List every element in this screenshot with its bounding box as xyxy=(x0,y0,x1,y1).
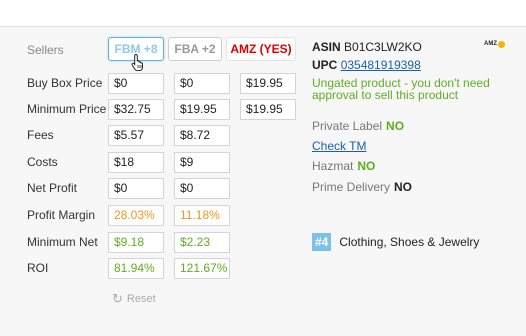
sales-rank: #4 Clothing, Shoes & Jewelry xyxy=(312,233,479,251)
fba-sellers-button[interactable]: FBA +2 xyxy=(168,37,222,61)
minimum-price-label: Minimum Price xyxy=(27,102,107,116)
costs-label: Costs xyxy=(27,155,58,169)
roi-fbm-value: 81.94% xyxy=(108,258,164,279)
net-profit-label: Net Profit xyxy=(27,181,78,195)
amz-sellers-button[interactable]: AMZ (YES) xyxy=(226,37,296,61)
sellers-label: Sellers xyxy=(27,43,64,57)
logo-text: AMZ xyxy=(484,41,497,47)
min-price-fba-value: $19.95 xyxy=(174,99,230,120)
prime-delivery-value: NO xyxy=(394,180,413,194)
minimum-net-label: Minimum Net xyxy=(27,235,98,249)
roi-fba-value: 121.67% xyxy=(174,258,230,279)
prime-delivery-line: Prime Delivery NO xyxy=(312,180,412,194)
costs-fbm-input[interactable]: $18 xyxy=(108,152,164,173)
fees-label: Fees xyxy=(27,128,54,142)
buy-box-fbm-value: $0 xyxy=(108,73,164,94)
amz-logo: AMZ xyxy=(484,36,510,52)
private-label-line: Private Label NO xyxy=(312,119,404,133)
buy-box-amz-value: $19.95 xyxy=(240,73,296,94)
profit-margin-fba-value: 11.18% xyxy=(174,205,230,226)
hazmat-value: NO xyxy=(357,159,376,173)
private-label-value: NO xyxy=(386,119,405,133)
net-profit-fbm-value: $0 xyxy=(108,178,164,199)
profit-margin-fbm-value: 28.03% xyxy=(108,205,164,226)
category-name: Clothing, Shoes & Jewelry xyxy=(339,235,480,249)
buy-box-fba-value: $0 xyxy=(174,73,230,94)
min-price-fbm-value: $32.75 xyxy=(108,99,164,120)
private-label-label: Private Label xyxy=(312,119,383,133)
asin-line: ASIN B01C3LW2KO xyxy=(312,40,422,54)
costs-fba-input[interactable]: $9 xyxy=(174,152,230,173)
refresh-icon: ↻ xyxy=(112,291,123,306)
asin-value: B01C3LW2KO xyxy=(344,40,422,54)
minimum-net-fbm-value: $9.18 xyxy=(108,232,164,253)
hazmat-label: Hazmat xyxy=(312,159,354,173)
fees-fba-value: $8.72 xyxy=(174,125,230,146)
reset-label: Reset xyxy=(126,293,156,305)
hand-cursor-icon xyxy=(131,53,143,71)
roi-label: ROI xyxy=(27,261,49,275)
ungated-message: Ungated product - you don't need approva… xyxy=(312,76,490,102)
check-tm-link[interactable]: Check TM xyxy=(312,139,366,153)
prime-delivery-label: Prime Delivery xyxy=(312,180,391,194)
buy-box-price-label: Buy Box Price xyxy=(27,76,103,90)
upc-link[interactable]: 035481919398 xyxy=(341,58,421,72)
minimum-net-fba-value: $2.23 xyxy=(174,232,230,253)
upc-label: UPC xyxy=(312,58,338,72)
asin-label: ASIN xyxy=(312,40,341,54)
rank-badge: #4 xyxy=(312,233,332,251)
upc-line: UPC 035481919398 xyxy=(312,58,421,72)
logo-dot-icon xyxy=(498,40,505,48)
fees-fbm-value: $5.57 xyxy=(108,125,164,146)
min-price-amz-value: $19.95 xyxy=(240,99,296,120)
hazmat-line: Hazmat NO xyxy=(312,159,375,173)
reset-button[interactable]: ↻ Reset xyxy=(112,291,156,307)
profit-margin-label: Profit Margin xyxy=(27,208,96,222)
net-profit-fba-value: $0 xyxy=(174,178,230,199)
